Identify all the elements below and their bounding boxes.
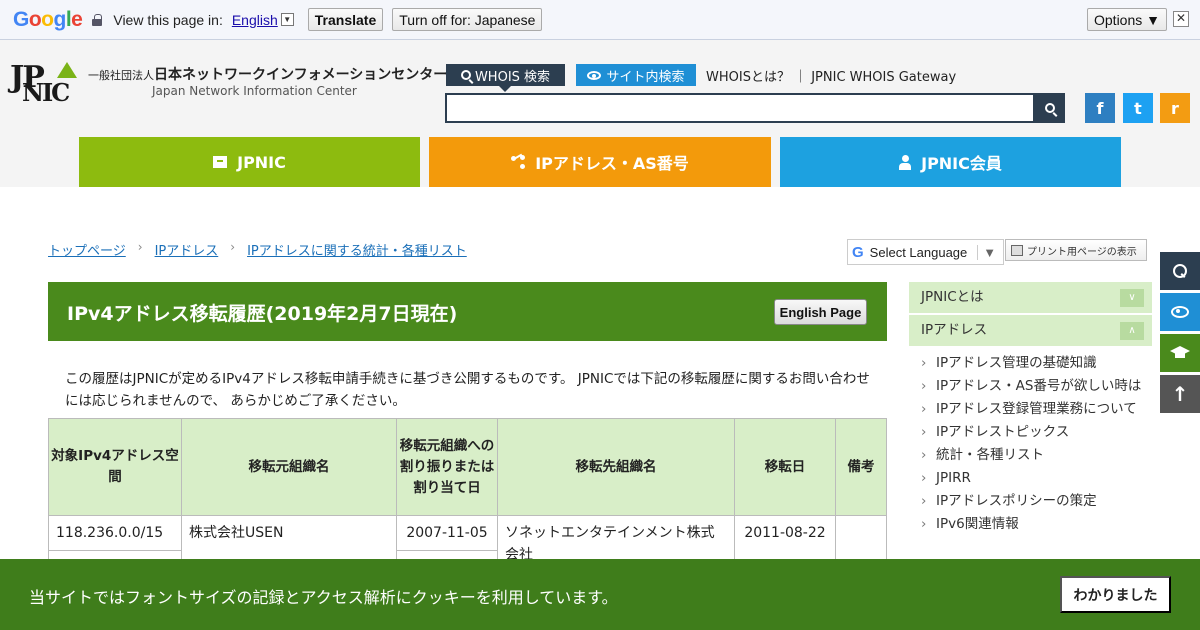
sidebar-item[interactable]: IPv6関連情報 bbox=[921, 515, 1152, 533]
cookie-accept-button[interactable]: わかりました bbox=[1060, 576, 1171, 613]
floating-search-button[interactable] bbox=[1160, 252, 1200, 290]
breadcrumb: トップページ › IPアドレス › IPアドレスに関する統計・各種リスト bbox=[48, 240, 467, 259]
org-prefix: 一般社団法人 bbox=[88, 69, 154, 82]
facebook-icon[interactable]: f bbox=[1085, 93, 1115, 123]
turn-off-translate-button[interactable]: Turn off for: Japanese bbox=[392, 8, 543, 31]
sidebar-item[interactable]: JPIRR bbox=[921, 469, 1152, 487]
google-logo: Google bbox=[13, 7, 83, 31]
search-icon bbox=[1173, 264, 1187, 278]
chevron-down-icon: ▼ bbox=[977, 244, 996, 260]
translate-button[interactable]: Translate bbox=[307, 8, 384, 31]
language-select-label: Select Language bbox=[869, 244, 968, 260]
sidebar-item[interactable]: IPアドレス登録管理業務について bbox=[921, 400, 1152, 418]
site-header: JP NIC 一般社団法人日本ネットワークインフォメーションセンター Japan… bbox=[0, 40, 1200, 187]
sidebar-section-label: IPアドレス bbox=[921, 322, 988, 338]
sidebar-item[interactable]: IPアドレスポリシーの策定 bbox=[921, 492, 1152, 510]
nav-ip-label: IPアドレス・AS番号 bbox=[535, 154, 689, 173]
english-page-button[interactable]: English Page bbox=[774, 299, 867, 325]
cookie-message: 当サイトではフォントサイズの記録とアクセス解析にクッキーを利用しています。 bbox=[29, 588, 618, 607]
tab-site-label: サイト内検索 bbox=[606, 69, 685, 85]
sidebar-section-jpnic[interactable]: JPNICとは ∨ bbox=[909, 282, 1152, 313]
org-name-ja: 一般社団法人日本ネットワークインフォメーションセンター bbox=[88, 64, 447, 84]
back-to-top-button[interactable]: ↑ bbox=[1160, 375, 1200, 413]
user-icon bbox=[899, 154, 912, 170]
chevron-up-icon[interactable]: ∧ bbox=[1120, 322, 1144, 340]
table-cell: 118.236.0.0/15 bbox=[48, 515, 182, 551]
print-button[interactable]: プリント用ページの表示 bbox=[1005, 239, 1147, 261]
sidebar-item[interactable]: 統計・各種リスト bbox=[921, 446, 1152, 464]
intro-text: この履歴はJPNICが定めるIPv4アドレス移転申請手続きに基づき公開するもので… bbox=[65, 371, 870, 409]
print-label: プリント用ページの表示 bbox=[1027, 246, 1137, 258]
tab-site-search[interactable]: サイト内検索 bbox=[576, 64, 696, 86]
sidebar-section-label: JPNICとは bbox=[921, 289, 984, 305]
page-title-bar: IPv4アドレス移転履歴(2019年2月7日現在) English Page bbox=[48, 282, 887, 341]
tab-whois-search[interactable]: WHOIS 検索 bbox=[446, 64, 565, 92]
column-header: 対象IPv4アドレス空間 bbox=[48, 418, 182, 516]
rss-icon[interactable]: r bbox=[1160, 93, 1190, 123]
options-button[interactable]: Options ▼ bbox=[1087, 8, 1167, 31]
sidebar-item[interactable]: IPアドレス管理の基礎知識 bbox=[921, 354, 1152, 372]
column-header: 移転先組織名 bbox=[497, 418, 735, 516]
nav-ip-address[interactable]: IPアドレス・AS番号 bbox=[429, 137, 771, 187]
floating-learn-button[interactable] bbox=[1160, 334, 1200, 372]
column-header: 備考 bbox=[835, 418, 887, 516]
breadcrumb-top[interactable]: トップページ bbox=[48, 240, 126, 259]
search-button[interactable] bbox=[1035, 93, 1065, 123]
lock-icon bbox=[92, 13, 103, 26]
share-icon bbox=[511, 155, 526, 169]
breadcrumb-separator: › bbox=[137, 240, 143, 254]
org-name-en: Japan Network Information Center bbox=[152, 84, 357, 98]
archive-icon bbox=[213, 156, 228, 168]
floating-view-button[interactable] bbox=[1160, 293, 1200, 331]
nav-jpnic-label: JPNIC bbox=[237, 152, 286, 172]
nav-jpnic[interactable]: JPNIC bbox=[79, 137, 420, 187]
column-header: 移転元組織への割り振りまたは割り当て日 bbox=[396, 418, 498, 516]
column-header: 移転日 bbox=[734, 418, 836, 516]
org-name: 日本ネットワークインフォメーションセンター bbox=[154, 67, 448, 83]
sidebar-item[interactable]: IPアドレストピックス bbox=[921, 423, 1152, 441]
eye-icon bbox=[1171, 306, 1189, 318]
language-selector[interactable]: English bbox=[232, 12, 278, 28]
logo-nic-text: NIC bbox=[22, 78, 70, 107]
jpnic-logo[interactable]: JP NIC 一般社団法人日本ネットワークインフォメーションセンター Japan… bbox=[10, 60, 447, 110]
logo-triangle-icon bbox=[57, 62, 77, 78]
tab-whois-label: WHOIS 検索 bbox=[474, 69, 551, 85]
translate-prompt: View this page in: bbox=[113, 11, 223, 28]
graduation-cap-icon bbox=[1170, 346, 1190, 358]
table-cell: 2007-11-05 bbox=[396, 515, 498, 551]
close-icon[interactable]: ✕ bbox=[1173, 11, 1189, 27]
breadcrumb-separator: › bbox=[230, 240, 236, 254]
chevron-down-icon[interactable]: ▼ bbox=[280, 13, 294, 26]
search-icon bbox=[1045, 103, 1055, 113]
cookie-banner: 当サイトではフォントサイズの記録とアクセス解析にクッキーを利用しています。 わか… bbox=[0, 559, 1200, 630]
language-select[interactable]: G Select Language ▼ bbox=[847, 239, 1004, 265]
twitter-icon[interactable]: t bbox=[1123, 93, 1153, 123]
header-links[interactable]: WHOISとは？ ｜ JPNIC WHOIS Gateway bbox=[706, 66, 956, 85]
page-title: IPv4アドレス移転履歴(2019年2月7日現在) bbox=[67, 303, 458, 325]
sidebar-list: IPアドレス管理の基礎知識 IPアドレス・AS番号が欲しい時は IPアドレス登録… bbox=[909, 348, 1152, 533]
nav-member[interactable]: JPNIC会員 bbox=[780, 137, 1121, 187]
google-g-icon: G bbox=[852, 243, 864, 261]
sidebar-item[interactable]: IPアドレス・AS番号が欲しい時は bbox=[921, 377, 1152, 395]
table-header-row: 対象IPv4アドレス空間 移転元組織名 移転元組織への割り振りまたは割り当て日 … bbox=[48, 418, 887, 516]
search-icon bbox=[460, 70, 471, 80]
breadcrumb-ip-address[interactable]: IPアドレス bbox=[155, 240, 219, 259]
chevron-down-icon[interactable]: ∨ bbox=[1120, 289, 1144, 307]
nav-member-label: JPNIC会員 bbox=[921, 154, 1002, 173]
eye-icon bbox=[587, 70, 602, 80]
column-header: 移転元組織名 bbox=[181, 418, 397, 516]
search-input[interactable] bbox=[445, 93, 1035, 123]
sidebar-section-ip-address[interactable]: IPアドレス ∧ bbox=[909, 315, 1152, 346]
table-row: 118.236.0.0/15 株式会社USEN 2007-11-05 ソネットエ… bbox=[48, 515, 887, 586]
printer-icon bbox=[1011, 244, 1023, 256]
breadcrumb-stats[interactable]: IPアドレスに関する統計・各種リスト bbox=[247, 240, 467, 259]
sidebar: JPNICとは ∨ IPアドレス ∧ IPアドレス管理の基礎知識 IPアドレス・… bbox=[909, 282, 1152, 538]
google-translate-bar: Google View this page in: English ▼ Tran… bbox=[0, 0, 1200, 40]
